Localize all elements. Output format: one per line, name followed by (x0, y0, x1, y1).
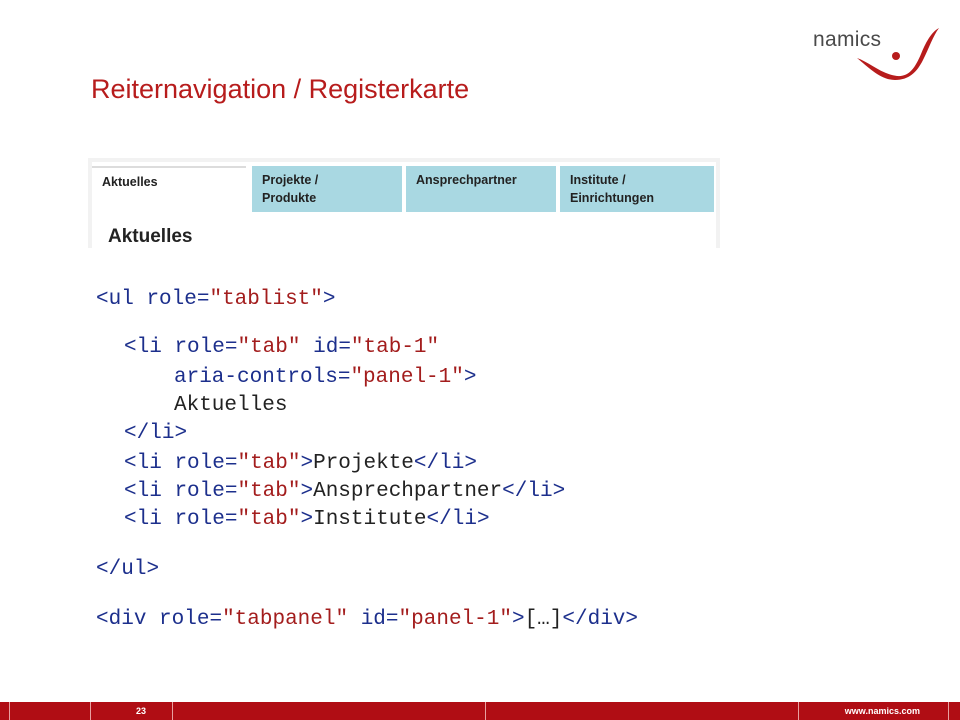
tab-label-line1: Ansprechpartner (416, 173, 517, 187)
footer-divider (485, 702, 486, 720)
code-line-li3: <li role="tab">Ansprechpartner</li> (124, 480, 566, 503)
footer-url[interactable]: www.namics.com (845, 706, 920, 716)
code-line-ul-close: </ul> (96, 558, 160, 581)
tab-projekte[interactable]: Projekte / Produkte (252, 166, 402, 212)
namics-logo: namics (805, 22, 945, 92)
tab-label-line2: Einrichtungen (570, 191, 655, 205)
tab-navigation-example: Aktuelles Projekte / Produkte Ansprechpa… (88, 158, 720, 248)
code-line-li1-close: </li> (124, 422, 188, 445)
code-line-li2: <li role="tab">Projekte</li> (124, 452, 477, 475)
panel-heading: Aktuelles (108, 226, 193, 247)
footer-divider (948, 702, 949, 720)
logo-text: namics (813, 28, 882, 51)
tab-strip: Aktuelles Projekte / Produkte Ansprechpa… (92, 162, 716, 248)
code-line-ul-open: <ul role="tablist"> (96, 288, 336, 311)
code-line-li1-open: <li role="tab" id="tab-1" (124, 336, 440, 359)
page-number: 23 (136, 706, 147, 716)
code-line-li4: <li role="tab">Institute</li> (124, 508, 490, 531)
footer-divider (172, 702, 173, 720)
tab-institute[interactable]: Institute / Einrichtungen (560, 166, 714, 212)
footer-bar: 23 www.namics.com (0, 702, 960, 720)
tab-aktuelles[interactable]: Aktuelles (92, 166, 246, 212)
code-line-li1-aria: aria-controls="panel-1"> (174, 366, 477, 389)
footer-divider (9, 702, 10, 720)
tab-label-line2: Produkte (262, 191, 317, 205)
footer-divider (90, 702, 91, 720)
code-line-li1-text: Aktuelles (174, 394, 288, 417)
footer-divider (798, 702, 799, 720)
code-line-div: <div role="tabpanel" id="panel-1">[…]</d… (96, 608, 639, 631)
tab-label-line1: Institute / (570, 173, 626, 187)
tab-label-line1: Projekte / (262, 173, 319, 187)
tab-label-line1: Aktuelles (102, 175, 158, 189)
tab-ansprechpartner[interactable]: Ansprechpartner (406, 166, 556, 212)
page-title: Reiternavigation / Registerkarte (91, 74, 470, 104)
